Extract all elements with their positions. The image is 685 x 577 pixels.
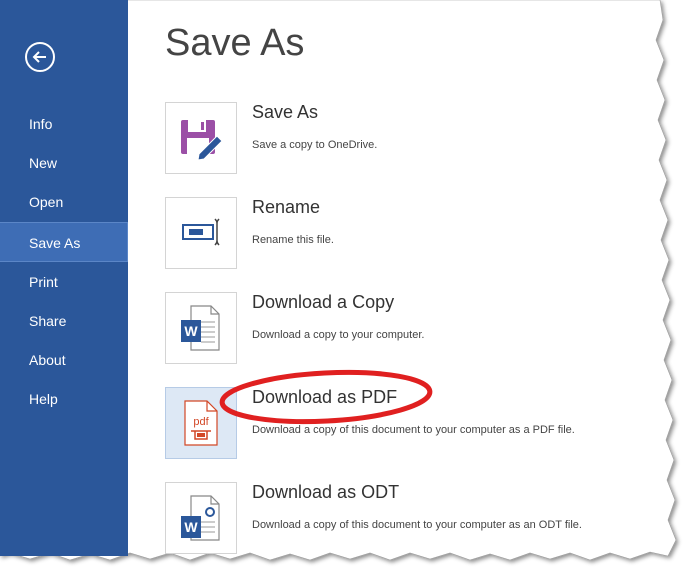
svg-text:pdf: pdf <box>193 416 209 428</box>
option-tile <box>165 197 237 269</box>
page-title: Save As <box>165 22 305 64</box>
option-save-as[interactable]: Save As Save a copy to OneDrive. <box>165 102 635 178</box>
back-arrow-icon <box>32 51 46 63</box>
option-title: Save As <box>252 102 319 122</box>
word-document-icon: W <box>181 305 220 351</box>
nav-info[interactable]: Info <box>0 104 128 144</box>
option-title: Download as ODT <box>252 482 400 502</box>
nav-share[interactable]: Share <box>0 301 128 341</box>
option-description: Save a copy to OneDrive. <box>252 139 378 151</box>
option-title: Download as PDF <box>252 387 398 407</box>
nav-save-as[interactable]: Save As <box>0 222 128 262</box>
option-title: Download a Copy <box>252 292 395 312</box>
nav-open[interactable]: Open <box>0 182 128 222</box>
rename-textbox-icon <box>182 218 220 246</box>
option-download-odt[interactable]: W Download as ODT Download a copy of thi… <box>165 482 635 558</box>
option-download-pdf[interactable]: pdf Download as PDF Download a copy of t… <box>165 387 635 463</box>
back-button[interactable] <box>25 42 55 72</box>
option-tile: W <box>165 482 237 554</box>
pdf-file-icon: pdf <box>184 400 218 446</box>
nav-help[interactable]: Help <box>0 379 128 419</box>
option-title: Rename <box>252 197 321 217</box>
option-rename[interactable]: Rename Rename this file. <box>165 197 635 273</box>
option-tile: W <box>165 292 237 364</box>
svg-text:W: W <box>184 323 198 339</box>
option-description: Download a copy of this document to your… <box>252 519 582 531</box>
nav-new[interactable]: New <box>0 143 128 183</box>
svg-text:W: W <box>184 519 198 535</box>
option-description: Rename this file. <box>252 234 334 246</box>
option-description: Download a copy of this document to your… <box>252 424 575 436</box>
word-odt-document-icon: W <box>181 495 220 541</box>
option-tile <box>165 102 237 174</box>
backstage-sidebar: Info New Open Save As Print Share About … <box>0 0 128 556</box>
option-tile: pdf <box>165 387 237 459</box>
nav-print[interactable]: Print <box>0 262 128 302</box>
nav-about[interactable]: About <box>0 340 128 380</box>
floppy-disk-pencil-icon <box>181 120 223 161</box>
option-download-copy[interactable]: W Download a Copy Download a copy to you… <box>165 292 635 368</box>
option-description: Download a copy to your computer. <box>252 329 425 341</box>
